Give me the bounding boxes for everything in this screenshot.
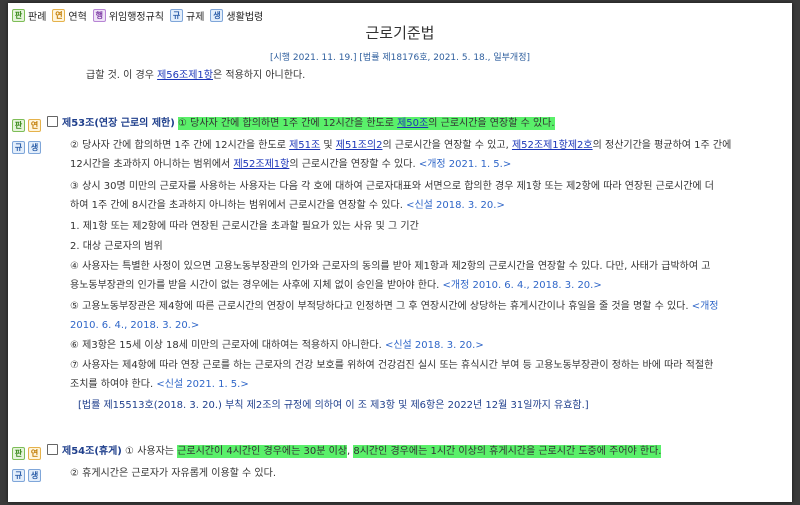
art54-badges-row1: 판 연 bbox=[12, 447, 44, 460]
amendment-note[interactable]: <신설 2018. 3. 20.> bbox=[385, 340, 484, 351]
article-53-p5-line2: 2010. 6. 4., 2018. 3. 20.> bbox=[70, 319, 199, 333]
precedent-icon: 판 bbox=[12, 8, 25, 22]
article-53-p7-line2: 조치를 하여야 한다. <신설 2021. 1. 5.> bbox=[70, 379, 249, 390]
living-law-icon[interactable]: 생 bbox=[28, 469, 41, 482]
amendment-note[interactable]: <개정 2010. 6. 4., 2018. 3. 20.> bbox=[443, 280, 602, 291]
article-54-title[interactable]: 제54조(휴게) bbox=[62, 446, 122, 457]
legend-history[interactable]: 연 연혁 bbox=[52, 8, 87, 23]
article-51-link[interactable]: 제51조 bbox=[289, 140, 320, 151]
article-53-title[interactable]: 제53조(연장 근로의 제한) bbox=[62, 118, 175, 129]
delegated-rules-icon: 행 bbox=[92, 8, 106, 22]
article-54-p2: ② 휴게시간은 근로자가 자유롭게 이용할 수 있다. bbox=[70, 468, 277, 479]
article-53-p1: 제53조(연장 근로의 제한) ① 당사자 간에 합의하면 1주 간에 12시간… bbox=[44, 116, 555, 131]
amendment-note[interactable]: <개정 2021. 1. 5.> bbox=[419, 159, 511, 170]
article-50-link[interactable]: 제50조 bbox=[397, 118, 428, 129]
article-53-p4-line1: ④ 사용자는 특별한 사정이 있으면 고용노동부장관의 인가와 근로자의 동의를… bbox=[70, 261, 711, 272]
legend-delegated-rules[interactable]: 행 위임행정규칙 bbox=[92, 8, 164, 23]
article-53-supplementary-note: [법률 제15513호(2018. 3. 20.) 부칙 제2조의 규정에 의하… bbox=[78, 400, 589, 411]
article-52-1-2-link[interactable]: 제52조제1항제2호 bbox=[512, 140, 593, 151]
law-document-page: 판 판례 연 연혁 행 위임행정규칙 규 규제 생 생활법령 근로기준법 [시행 2021… bbox=[8, 3, 792, 502]
article-53-checkbox[interactable] bbox=[47, 116, 58, 127]
regulation-icon[interactable]: 규 bbox=[12, 469, 25, 482]
legend-precedent[interactable]: 판 판례 bbox=[12, 8, 46, 23]
history-icon[interactable]: 연 bbox=[28, 119, 41, 132]
enforcement-info: [시행 2021. 11. 19.] [법률 제18176호, 2021. 5.… bbox=[269, 53, 530, 63]
article-53-p2-line2: 12시간을 초과하지 아니하는 범위에서 제52조제1항의 근로시간을 연장할 … bbox=[70, 159, 512, 170]
art53-badges-row1: 판 연 bbox=[12, 119, 44, 132]
regulation-icon[interactable]: 규 bbox=[12, 141, 25, 154]
regulation-icon: 규 bbox=[170, 8, 184, 22]
article-53-p2-line1: ② 당사자 간에 합의하면 1주 간에 12시간을 한도로 제51조 및 제51… bbox=[70, 140, 732, 151]
article-51-2-link[interactable]: 제51조의2 bbox=[336, 140, 383, 151]
living-law-icon[interactable]: 생 bbox=[28, 141, 41, 154]
living-law-icon: 생 bbox=[210, 8, 224, 22]
history-icon[interactable]: 연 bbox=[28, 447, 41, 460]
precedent-icon[interactable]: 판 bbox=[12, 119, 25, 132]
article-53-p4-line2: 용노동부장관의 인가를 받을 시간이 없는 경우에는 사후에 지체 없이 승인을… bbox=[70, 280, 602, 291]
legend-regulation[interactable]: 규 규제 bbox=[170, 8, 204, 23]
amendment-note[interactable]: <신설 2021. 1. 5.> bbox=[156, 379, 248, 390]
amendment-note[interactable]: 2010. 6. 4., 2018. 3. 20.> bbox=[70, 320, 199, 331]
legend-living-law[interactable]: 생 생활법령 bbox=[210, 8, 263, 23]
article-54-checkbox[interactable] bbox=[47, 444, 58, 455]
art54-badges-row2: 규 생 bbox=[12, 469, 44, 482]
amendment-note[interactable]: <개정 bbox=[692, 301, 719, 312]
page-title: 근로기준법 bbox=[365, 24, 435, 42]
article-53-p5-line1: ⑤ 고용노동부장관은 제4항에 따른 근로시간의 연장이 부적당하다고 인정하면… bbox=[70, 301, 719, 312]
badge-legend: 판 판례 연 연혁 행 위임행정규칙 규 규제 생 생활법령 bbox=[12, 7, 269, 23]
article-53-item1: 1. 제1항 또는 제2항에 따라 연장된 근로시간을 초과할 필요가 있는 사… bbox=[70, 221, 419, 232]
art53-badges-row2: 규 생 bbox=[12, 141, 44, 154]
article-56-1-link[interactable]: 제56조제1항 bbox=[157, 70, 213, 81]
article-52-1-link[interactable]: 제52조제1항 bbox=[233, 159, 289, 170]
article-53-p7-line1: ⑦ 사용자는 제4항에 따라 연장 근로를 하는 근로자의 건강 보호를 위하여… bbox=[70, 360, 714, 371]
article-53-p6: ⑥ 제3항은 15세 이상 18세 미만의 근로자에 대하여는 적용하지 아니한… bbox=[70, 340, 484, 351]
article-53-p3-line2: 하여 1주 간에 8시간을 초과하지 아니하는 범위에서 근로시간을 연장할 수… bbox=[70, 200, 505, 211]
history-icon: 연 bbox=[52, 8, 66, 22]
article-54-p1: 제54조(휴게) ① 사용자는 근로시간이 4시간인 경우에는 30분 이상, … bbox=[44, 444, 662, 459]
amendment-note[interactable]: <신설 2018. 3. 20.> bbox=[406, 200, 505, 211]
article-53-item2: 2. 대상 근로자의 범위 bbox=[70, 241, 163, 252]
precedent-icon[interactable]: 판 bbox=[12, 447, 25, 460]
previous-clause-tail: 급할 것. 이 경우 제56조제1항은 적용하지 아니한다. bbox=[86, 70, 306, 81]
article-53-p3-line1: ③ 상시 30명 미만의 근로자를 사용하는 사용자는 다음 각 호에 대하여 … bbox=[70, 181, 714, 192]
